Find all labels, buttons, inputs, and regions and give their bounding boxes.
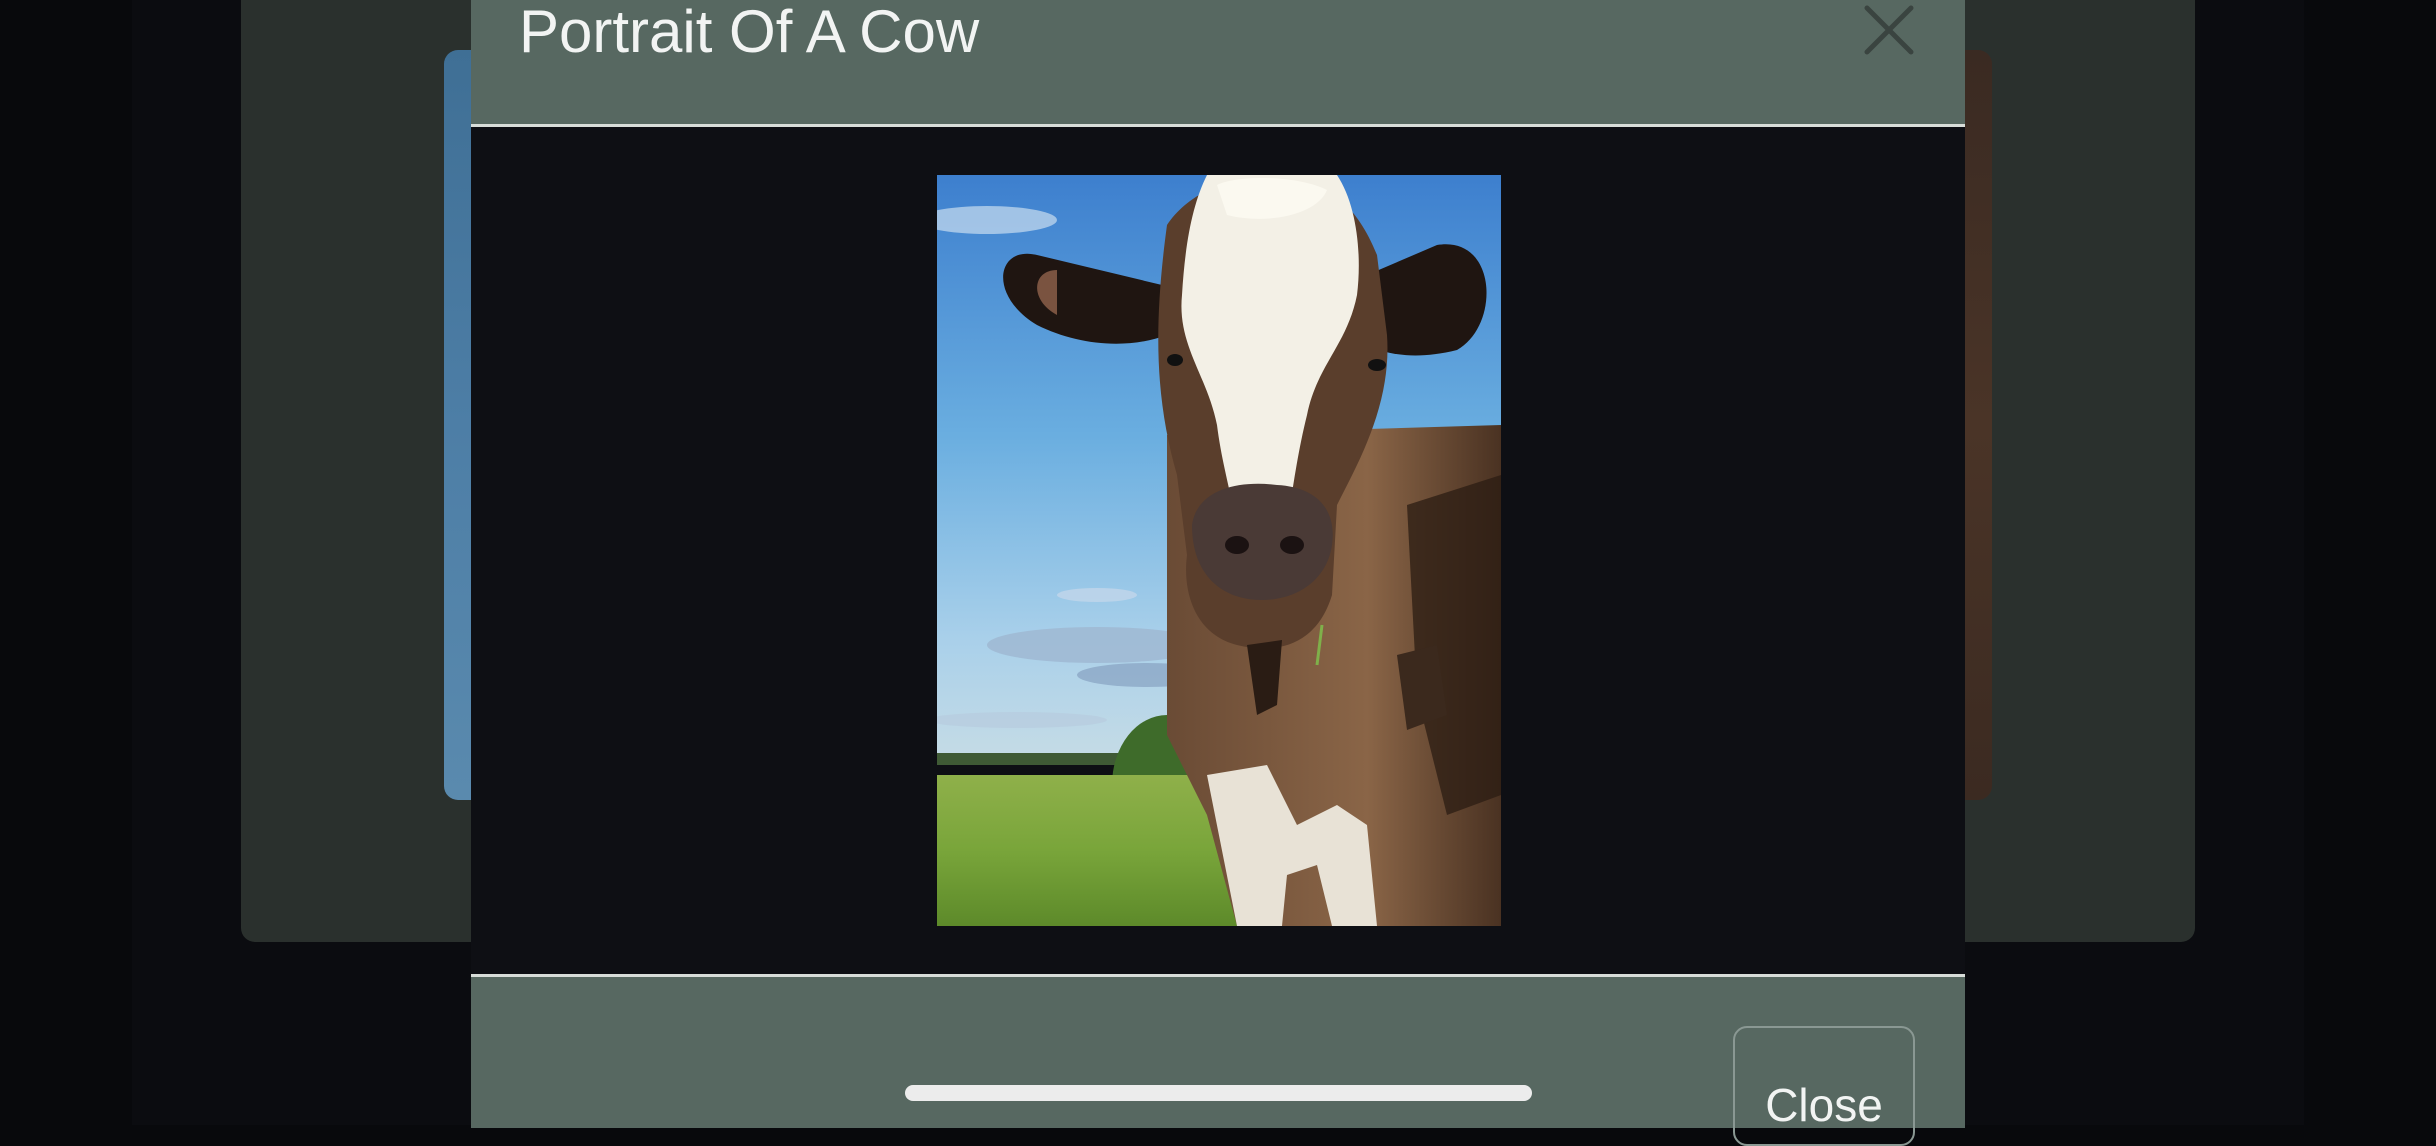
image-modal: Portrait Of A Cow Close (471, 0, 1965, 1146)
home-indicator-bar[interactable] (905, 1085, 1532, 1101)
close-button[interactable]: Close (1733, 1026, 1915, 1146)
modal-header: Portrait Of A Cow (471, 0, 1965, 127)
modal-body (471, 127, 1965, 974)
screen: Portrait Of A Cow Close (0, 0, 2436, 1146)
modal-footer: Close (471, 974, 1965, 1146)
modal-title: Portrait Of A Cow (519, 0, 980, 65)
close-x-icon[interactable] (1859, 0, 1919, 60)
cow-portrait-photo (937, 175, 1501, 926)
